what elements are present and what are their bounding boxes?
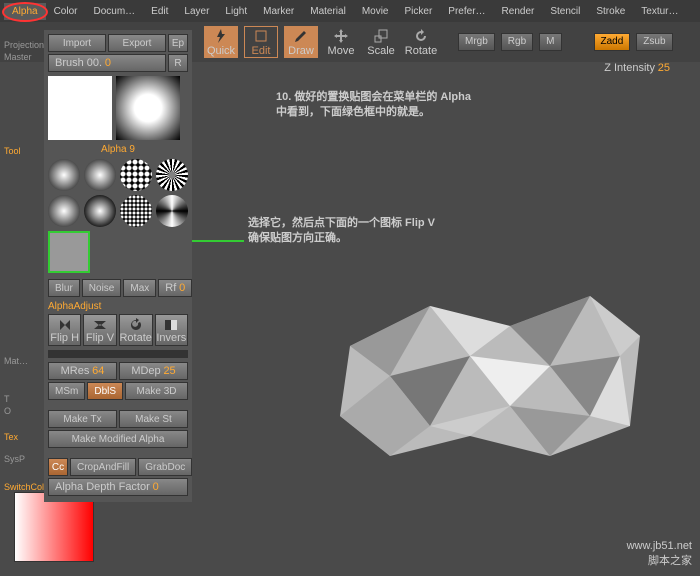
menu-render[interactable]: Render — [494, 3, 543, 20]
cropandfill-button[interactable]: CropAndFill — [70, 458, 136, 476]
menu-document[interactable]: Docum… — [85, 3, 143, 20]
noise-button[interactable]: Noise — [82, 279, 122, 297]
alpha-depth-factor-field[interactable]: Alpha Depth Factor 0 — [48, 478, 188, 496]
menu-marker[interactable]: Marker — [255, 3, 302, 20]
brush-field[interactable]: Brush 00. 0 — [48, 54, 166, 72]
makest-button[interactable]: Make St — [119, 410, 188, 428]
projection-label: Projection — [4, 40, 44, 50]
tool-label: Tool — [4, 146, 21, 156]
menu-texture[interactable]: Textur… — [633, 3, 686, 20]
menu-color[interactable]: Color — [46, 3, 86, 20]
tex-label: Tex — [4, 432, 18, 442]
brush-thumb[interactable] — [156, 195, 188, 227]
annotation-text-2: 选择它，然后点下面的一个图标 Flip V确保贴图方向正确。 — [248, 216, 435, 247]
grabdoc-button[interactable]: GrabDoc — [138, 458, 192, 476]
mres-field[interactable]: MRes 64 — [48, 362, 117, 380]
menu-movie[interactable]: Movie — [354, 3, 397, 20]
menu-picker[interactable]: Picker — [397, 3, 441, 20]
blur-button[interactable]: Blur — [48, 279, 80, 297]
brush-thumb[interactable] — [120, 195, 152, 227]
sysp-label: SysP — [4, 454, 25, 464]
mdep-field[interactable]: MDep 25 — [119, 362, 188, 380]
annotation-text-1: 10. 做好的置换贴图会在菜单栏的 Alpha中看到，下面绿色框中的就是。 — [276, 90, 471, 121]
zadd-button[interactable]: Zadd — [594, 33, 631, 51]
ep-button[interactable]: Ep — [168, 34, 188, 52]
zsub-button[interactable]: Zsub — [636, 33, 672, 51]
move-button[interactable]: Move — [324, 26, 358, 58]
menu-preferences[interactable]: Prefer… — [440, 3, 493, 20]
edit-button[interactable]: Edit — [244, 26, 278, 58]
selected-alpha-thumb[interactable] — [48, 231, 90, 273]
import-button[interactable]: Import — [48, 34, 106, 52]
color-picker[interactable] — [14, 492, 94, 562]
mat-label: Mat… — [4, 356, 28, 366]
alpha-adjust-header: AlphaAdjust — [48, 301, 188, 312]
brush-thumb[interactable] — [120, 159, 152, 191]
master-label: Master — [4, 52, 32, 62]
mrgb-button[interactable]: Mrgb — [458, 33, 495, 51]
rf-button[interactable]: Rf 0 — [158, 279, 192, 297]
t-label: T — [4, 394, 10, 404]
make-modified-alpha-button[interactable]: Make Modified Alpha — [48, 430, 188, 448]
rgb-button[interactable]: Rgb — [501, 33, 533, 51]
msm-button[interactable]: MSm — [48, 382, 85, 400]
menu-material[interactable]: Material — [302, 3, 354, 20]
maketx-button[interactable]: Make Tx — [48, 410, 117, 428]
divider — [48, 350, 188, 358]
dbls-button[interactable]: DblS — [87, 382, 123, 400]
menu-stencil[interactable]: Stencil — [542, 3, 588, 20]
menu-edit[interactable]: Edit — [143, 3, 176, 20]
r-button[interactable]: R — [168, 54, 188, 72]
rotate-button[interactable]: Rotate — [404, 26, 438, 58]
annotation-circle-alpha-menu — [2, 2, 48, 22]
o-label: O — [4, 406, 11, 416]
rotate-alpha-button[interactable]: Rotate — [119, 314, 153, 346]
brush-thumb[interactable] — [84, 159, 116, 191]
inverse-button[interactable]: Invers — [155, 314, 188, 346]
alpha-panel: Import Export Ep Brush 00. 0 R Alpha 9 B… — [44, 30, 192, 502]
max-button[interactable]: Max — [123, 279, 156, 297]
z-intensity-label: Z Intensity 25 — [604, 62, 670, 74]
export-button[interactable]: Export — [108, 34, 166, 52]
watermark: www.jb51.net脚本之家 — [627, 540, 692, 568]
flip-v-button[interactable]: Flip V — [83, 314, 116, 346]
menu-layer[interactable]: Layer — [176, 3, 217, 20]
draw-button[interactable]: Draw — [284, 26, 318, 58]
menu-stroke[interactable]: Stroke — [588, 3, 633, 20]
brush-thumb[interactable] — [84, 195, 116, 227]
brush-thumb[interactable] — [48, 159, 80, 191]
brush-thumb[interactable] — [48, 195, 80, 227]
menu-light[interactable]: Light — [217, 3, 255, 20]
quick-button[interactable]: Quick — [204, 26, 238, 58]
alpha-thumb-2[interactable] — [116, 76, 180, 140]
alpha-thumb-main[interactable] — [48, 76, 112, 140]
menu-bar: Alpha Color Docum… Edit Layer Light Mark… — [0, 0, 700, 22]
brush-thumb[interactable] — [156, 159, 188, 191]
cc-button[interactable]: Cc — [48, 458, 68, 476]
alpha-name-label: Alpha 9 — [48, 144, 188, 155]
scale-button[interactable]: Scale — [364, 26, 398, 58]
m-button[interactable]: M — [539, 33, 561, 51]
viewport-mesh[interactable] — [310, 246, 660, 506]
flip-h-button[interactable]: Flip H — [48, 314, 81, 346]
make3d-button[interactable]: Make 3D — [125, 382, 188, 400]
